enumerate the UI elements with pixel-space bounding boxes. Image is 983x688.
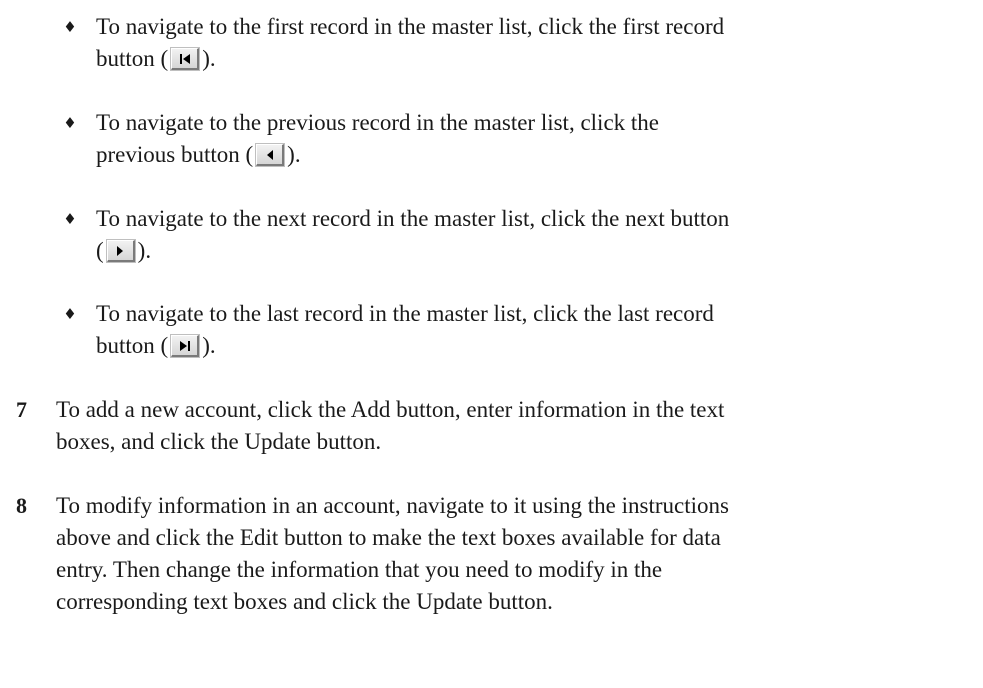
- bullet-text: To navigate to the last record in the ma…: [96, 298, 976, 362]
- next-record-button[interactable]: [106, 240, 135, 262]
- bullet-text: To navigate to the previous record in th…: [96, 107, 976, 171]
- bullet-line: To navigate to the first record in the m…: [96, 14, 725, 39]
- bullet-line-text: (: [96, 238, 104, 263]
- first-record-button[interactable]: [171, 48, 200, 70]
- step-line: corresponding text boxes and click the U…: [56, 589, 553, 614]
- step-text: To add a new account, click the Add butt…: [56, 394, 966, 458]
- last-record-icon: [179, 340, 190, 351]
- bullet-line-text: button (: [96, 333, 169, 358]
- bullet-last-record: ♦ To navigate to the last record in the …: [60, 298, 965, 362]
- bullet-first-record: ♦ To navigate to the first record in the…: [60, 11, 965, 75]
- bullet-line: ().: [96, 235, 976, 267]
- first-record-icon: [179, 53, 190, 64]
- step-number: 7: [16, 397, 27, 422]
- step-7: 7 To add a new account, click the Add bu…: [16, 394, 966, 458]
- bullet-line-text: previous button (: [96, 142, 254, 167]
- step-line: entry. Then change the information that …: [56, 557, 663, 582]
- step-line: To add a new account, click the Add butt…: [56, 397, 725, 422]
- bullet-line-text: ).: [137, 238, 152, 263]
- bullet-text: To navigate to the first record in the m…: [96, 11, 976, 75]
- bullet-line-text: ).: [202, 333, 216, 358]
- previous-record-icon: [266, 149, 273, 160]
- bullet-line: To navigate to the previous record in th…: [96, 110, 659, 135]
- bullet-line: To navigate to the last record in the ma…: [96, 301, 714, 326]
- bullet-line: To navigate to the next record in the ma…: [96, 206, 730, 231]
- previous-record-button[interactable]: [256, 144, 285, 166]
- step-8: 8 To modify information in an account, n…: [16, 490, 966, 618]
- document-page: ♦ To navigate to the first record in the…: [0, 0, 983, 688]
- bullet-line: button ().: [96, 330, 976, 362]
- diamond-bullet-icon: ♦: [63, 18, 77, 36]
- bullet-line-text: ).: [287, 142, 301, 167]
- bullet-text: To navigate to the next record in the ma…: [96, 203, 976, 267]
- bullet-line-text: ).: [202, 46, 216, 71]
- next-record-icon: [117, 245, 124, 256]
- bullet-line: button ().: [96, 43, 976, 75]
- step-line: To modify information in an account, nav…: [56, 493, 729, 518]
- bullet-previous-record: ♦ To navigate to the previous record in …: [60, 107, 965, 171]
- step-line: above and click the Edit button to make …: [56, 525, 721, 550]
- diamond-bullet-icon: ♦: [63, 305, 77, 323]
- diamond-bullet-icon: ♦: [63, 210, 77, 228]
- step-number: 8: [16, 493, 27, 518]
- diamond-bullet-icon: ♦: [63, 114, 77, 132]
- last-record-button[interactable]: [171, 335, 200, 357]
- bullet-next-record: ♦ To navigate to the next record in the …: [60, 203, 965, 267]
- bullet-line-text: button (: [96, 46, 169, 71]
- step-text: To modify information in an account, nav…: [56, 490, 966, 618]
- bullet-line: previous button ().: [96, 139, 976, 171]
- step-line: boxes, and click the Update button.: [56, 429, 382, 454]
